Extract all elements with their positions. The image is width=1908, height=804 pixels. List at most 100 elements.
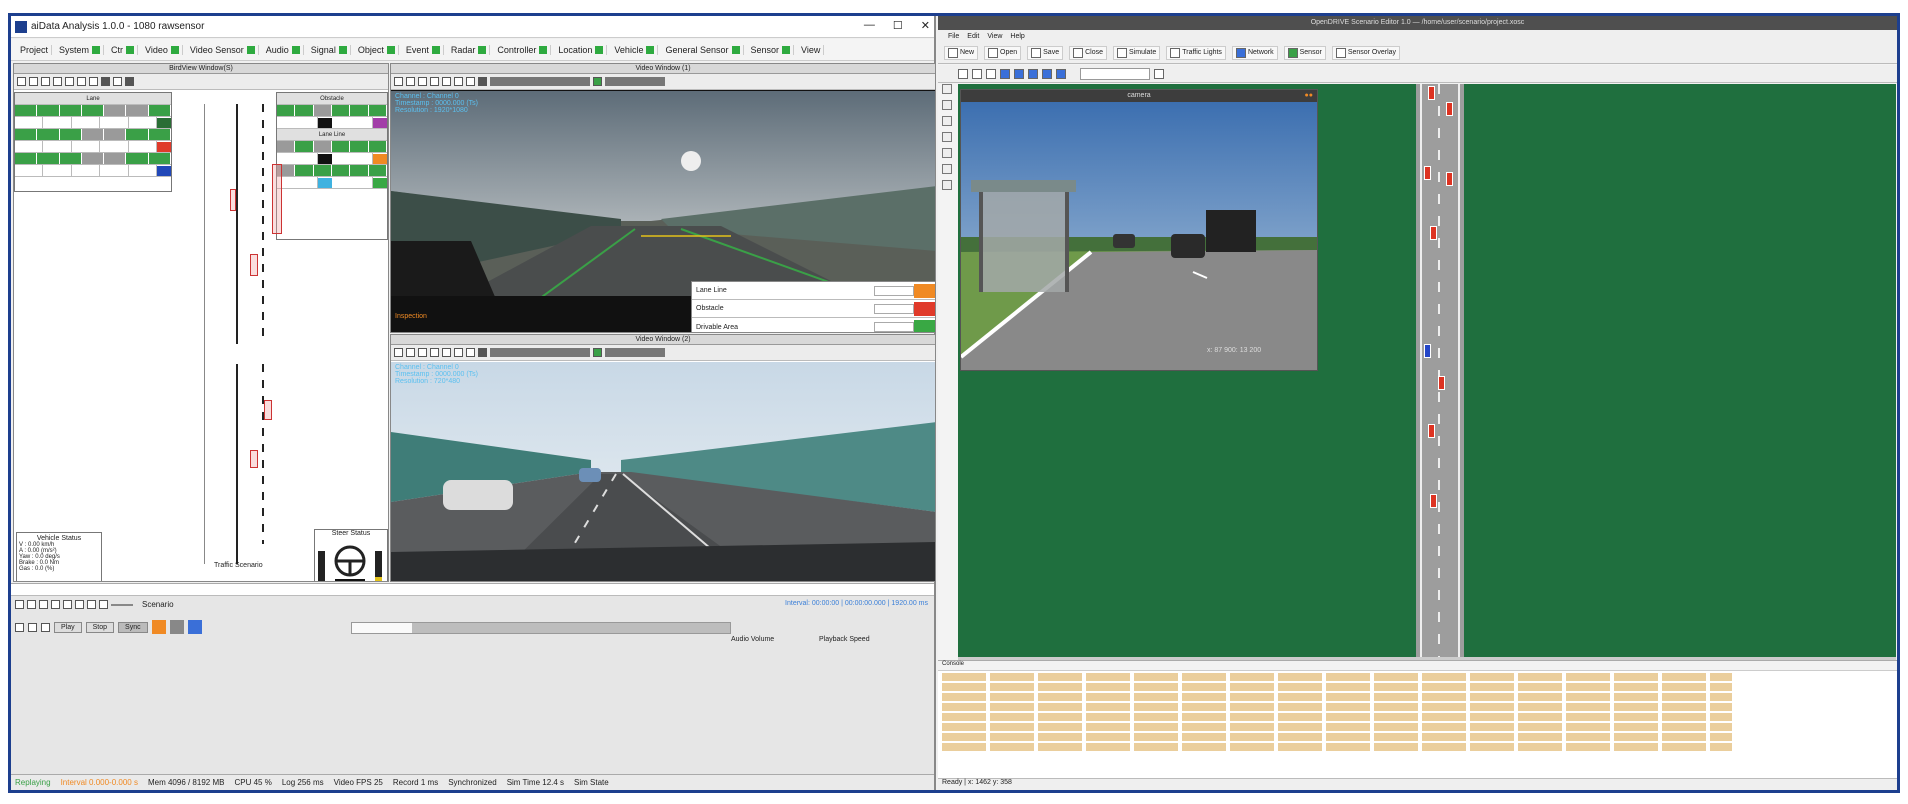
color-swatch[interactable]	[914, 320, 935, 332]
menu-signal[interactable]: Signal	[308, 44, 351, 55]
stop-button[interactable]: Stop	[85, 621, 115, 633]
menu-ctr[interactable]: Ctr	[108, 44, 139, 55]
pan-icon[interactable]	[41, 77, 50, 86]
maximize-button[interactable]: ☐	[893, 19, 903, 32]
overlay-icon[interactable]	[454, 348, 463, 357]
menu-view[interactable]: View	[798, 44, 825, 55]
zoom-icon[interactable]	[430, 77, 439, 86]
menu-general-sensor[interactable]: General Sensor	[662, 44, 744, 55]
menu-audio[interactable]: Audio	[263, 44, 304, 55]
traffic-car[interactable]	[1428, 424, 1435, 438]
road-tool-icon[interactable]	[942, 100, 952, 110]
camera-icon[interactable]	[478, 77, 487, 86]
layer-icon[interactable]	[89, 77, 98, 86]
new-button[interactable]: New	[944, 45, 979, 60]
menu-location[interactable]: Location	[555, 44, 608, 55]
traffic-car[interactable]	[1430, 494, 1437, 508]
active-channel-icon[interactable]	[593, 348, 602, 357]
save-button[interactable]: Save	[1027, 45, 1064, 60]
channel-selector[interactable]	[605, 348, 665, 357]
traffic-car[interactable]	[1430, 226, 1437, 240]
traffic-lights-button[interactable]: Traffic Lights	[1166, 45, 1226, 60]
camera-icon[interactable]	[478, 348, 487, 357]
network-button[interactable]: Network	[1231, 45, 1278, 60]
close-button[interactable]: Close	[1069, 45, 1108, 60]
screenshot-icon[interactable]	[113, 77, 122, 86]
record-marker-icon[interactable]	[151, 620, 166, 634]
pause-icon[interactable]	[406, 77, 415, 86]
color-swatch[interactable]	[914, 283, 935, 298]
marker-icon[interactable]	[51, 600, 60, 609]
timeline-slider[interactable]	[351, 622, 731, 634]
menu-controller[interactable]: Controller	[494, 44, 552, 55]
filter-icon[interactable]	[466, 348, 475, 357]
fast-forward-icon[interactable]	[1014, 68, 1024, 79]
overlay-dropdown[interactable]	[874, 322, 914, 332]
menu-video[interactable]: Video	[142, 44, 183, 55]
snapshot-icon[interactable]	[418, 77, 427, 86]
menu-system[interactable]: System	[56, 44, 105, 55]
close-icon[interactable]: ●●	[1305, 90, 1313, 102]
menu-event[interactable]: Event	[403, 44, 444, 55]
play-button[interactable]: Play	[54, 621, 82, 633]
traffic-car[interactable]	[1438, 376, 1445, 390]
record-icon[interactable]	[101, 77, 110, 86]
select-icon[interactable]	[958, 68, 968, 79]
active-channel-icon[interactable]	[593, 77, 602, 86]
color-swatch[interactable]	[157, 165, 172, 176]
overlay-icon[interactable]	[454, 77, 463, 86]
traffic-car[interactable]	[1424, 166, 1431, 180]
open-button[interactable]: Open	[984, 45, 1022, 60]
color-swatch[interactable]	[373, 117, 387, 128]
color-swatch[interactable]	[914, 301, 935, 316]
channel-selector[interactable]	[605, 77, 665, 86]
zoom-out-icon[interactable]	[29, 77, 38, 86]
traffic-car[interactable]	[1446, 172, 1453, 186]
fit-icon[interactable]	[442, 348, 451, 357]
traffic-car[interactable]	[1446, 102, 1453, 116]
zoom-in-icon[interactable]	[17, 77, 26, 86]
channel-selector[interactable]	[490, 77, 590, 86]
loop-icon[interactable]	[41, 622, 50, 632]
help-icon[interactable]	[99, 600, 108, 609]
play-icon[interactable]	[394, 77, 403, 86]
menu-video-sensor[interactable]: Video Sensor	[187, 44, 259, 55]
channel-selector[interactable]	[490, 348, 590, 357]
play-icon[interactable]	[1000, 68, 1010, 79]
mode-dropdown[interactable]	[111, 603, 133, 606]
junction-tool-icon[interactable]	[942, 132, 952, 142]
prev-frame-icon[interactable]	[27, 600, 36, 609]
filter-icon[interactable]	[466, 77, 475, 86]
traffic-car[interactable]	[1428, 86, 1435, 100]
settings-icon[interactable]	[125, 77, 134, 86]
fit-icon[interactable]	[442, 77, 451, 86]
simulate-button[interactable]: Simulate	[1113, 45, 1161, 60]
menu-file[interactable]: File	[948, 33, 959, 40]
menu-vehicle[interactable]: Vehicle	[611, 44, 659, 55]
color-swatch[interactable]	[157, 117, 172, 128]
step-icon[interactable]	[972, 68, 982, 79]
menu-sensor[interactable]: Sensor	[748, 44, 795, 55]
cut-icon[interactable]	[39, 600, 48, 609]
zoom-icon[interactable]	[430, 348, 439, 357]
menu-project[interactable]: Project	[17, 44, 53, 55]
remove-icon[interactable]	[1056, 68, 1066, 79]
overlay-dropdown[interactable]	[874, 303, 914, 314]
menu-help[interactable]: Help	[1010, 33, 1024, 40]
sync-button[interactable]: Sync	[118, 621, 148, 633]
object-tool-icon[interactable]	[942, 164, 952, 174]
color-swatch[interactable]	[373, 153, 387, 164]
menu-radar[interactable]: Radar	[448, 44, 491, 55]
play-icon[interactable]	[394, 348, 403, 357]
pause-icon[interactable]	[986, 68, 996, 79]
step-back-icon[interactable]	[15, 622, 24, 632]
simulation-canvas[interactable]: camera ●● x: 87 900: 13 200	[958, 84, 1896, 657]
menu-view[interactable]: View	[987, 33, 1002, 40]
signal-tool-icon[interactable]	[942, 148, 952, 158]
close-button[interactable]: ✕	[921, 19, 930, 32]
step-forward-icon[interactable]	[28, 622, 37, 632]
save-icon[interactable]	[87, 600, 96, 609]
rotate-icon[interactable]	[53, 77, 62, 86]
color-swatch[interactable]	[157, 141, 172, 152]
step-forward-icon[interactable]	[1028, 68, 1038, 79]
